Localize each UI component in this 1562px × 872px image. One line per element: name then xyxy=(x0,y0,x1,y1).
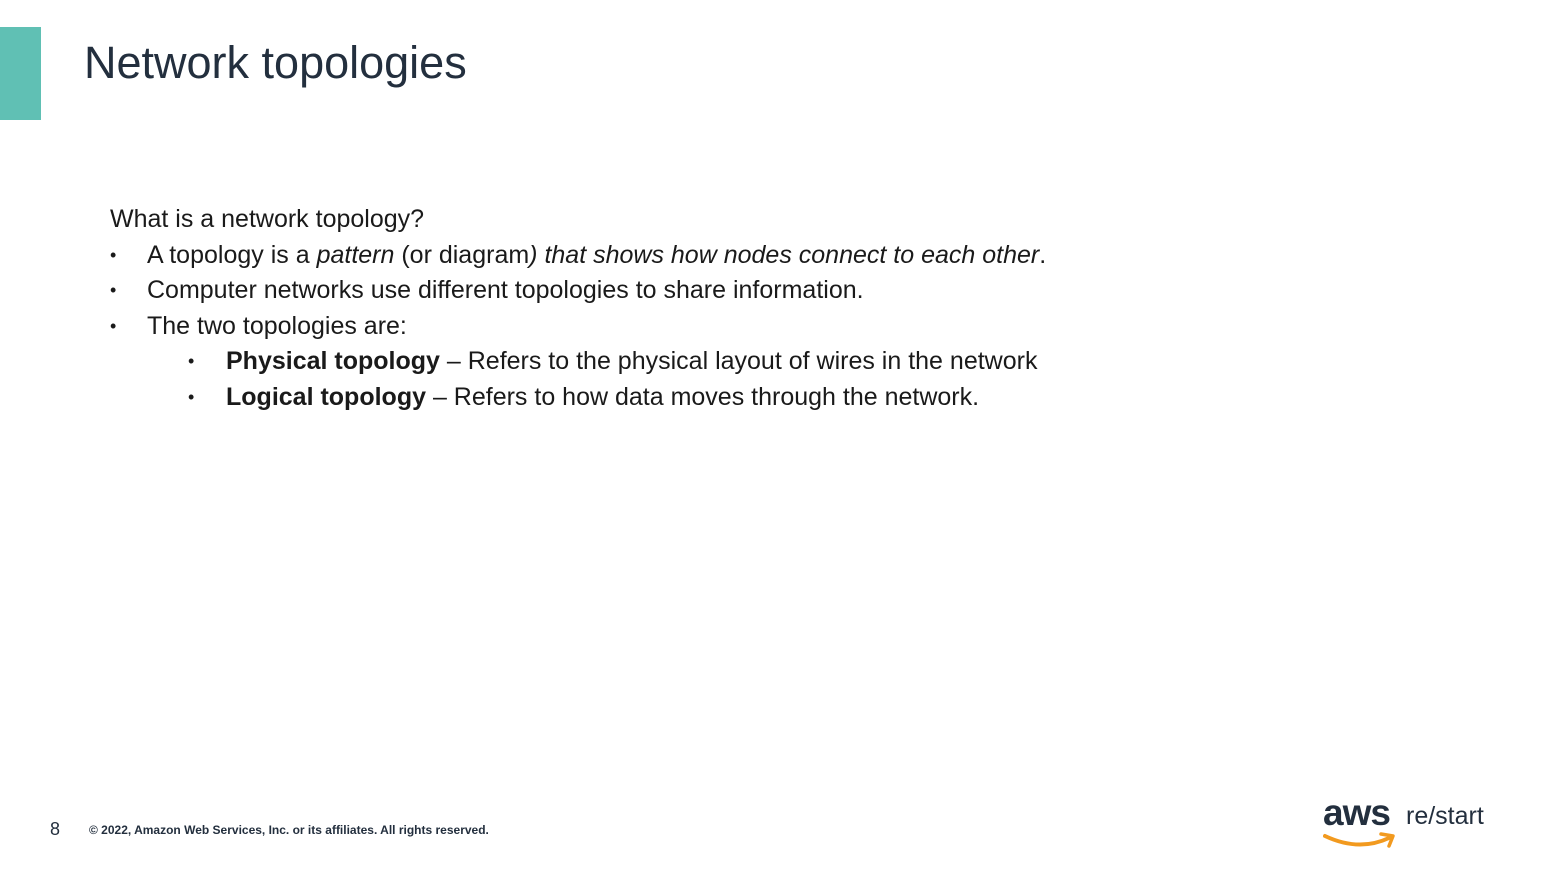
bullet-item-topology-definition: • A topology is a pattern (or diagram) t… xyxy=(110,238,1260,274)
sub-bullet-physical-topology: • Physical topology – Refers to the phys… xyxy=(110,344,1260,380)
bullet-text-italic-pattern: pattern xyxy=(316,240,395,269)
bullet-text-italic-phrase: ) that shows how nodes connect to each o… xyxy=(529,240,1040,269)
body-question: What is a network topology? xyxy=(110,205,425,233)
slide-title: Network topologies xyxy=(84,37,467,88)
term-physical-topology: Physical topology xyxy=(226,347,440,375)
bullet-icon: • xyxy=(188,351,195,371)
bullet-icon: • xyxy=(110,280,117,300)
bullet-item-two-topologies: • The two topologies are: xyxy=(110,309,1260,345)
logo-product-text: re/start xyxy=(1406,802,1484,830)
term-logical-topology: Logical topology xyxy=(226,382,426,411)
bullet-icon: • xyxy=(188,386,195,407)
sub-bullet-list: • Physical topology – Refers to the phys… xyxy=(110,344,1260,415)
bullet-text: The two topologies are: xyxy=(147,311,407,340)
copyright-notice: © 2022, Amazon Web Services, Inc. or its… xyxy=(89,823,489,837)
bullet-text-part: . xyxy=(1039,240,1047,269)
sub-bullet-logical-topology: • Logical topology – Refers to how data … xyxy=(110,380,1260,416)
definition-logical-topology: – Refers to how data moves through the n… xyxy=(426,382,980,411)
slide-body: What is a network topology? • A topology… xyxy=(110,202,1260,415)
aws-smile-icon xyxy=(1323,832,1395,848)
page-number: 8 xyxy=(50,819,61,839)
bullet-item-share-information: • Computer networks use different topolo… xyxy=(110,273,1260,309)
bullet-list: • A topology is a pattern (or diagram) t… xyxy=(110,238,1260,345)
bullet-text-part: A topology is a xyxy=(147,240,317,269)
bullet-text: Computer networks use different topologi… xyxy=(147,276,864,304)
bullet-icon: • xyxy=(110,315,117,336)
bullet-icon: • xyxy=(110,244,117,265)
bullet-text-part: (or diagram xyxy=(394,240,530,269)
definition-physical-topology: – Refers to the physical layout of wires… xyxy=(439,347,1038,375)
title-accent-bar xyxy=(0,27,41,120)
logo-brand-text: aws xyxy=(1323,792,1391,833)
